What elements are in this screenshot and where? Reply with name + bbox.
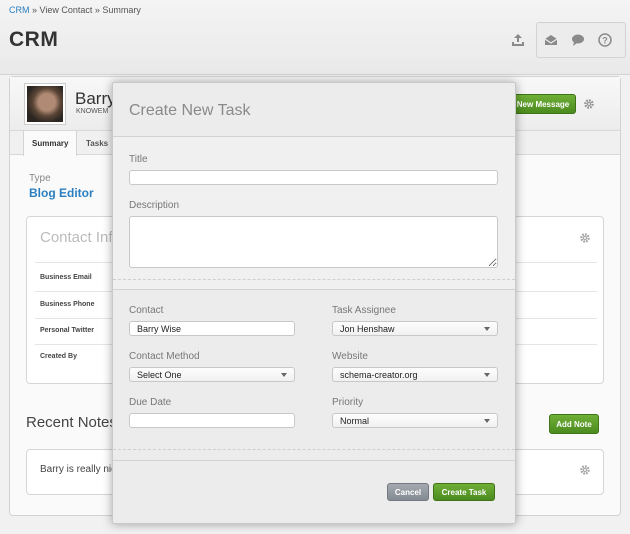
website-value: schema-creator.org	[340, 369, 418, 380]
chevron-down-icon	[484, 327, 490, 331]
breadcrumb-separator: »	[29, 5, 40, 15]
contact-method-label: Contact Method	[129, 351, 200, 362]
add-note-button[interactable]: Add Note	[549, 414, 599, 434]
divider	[113, 136, 515, 137]
create-task-button[interactable]: Create Task	[433, 483, 495, 501]
contact-method-value: Select One	[137, 369, 182, 380]
divider	[113, 460, 515, 461]
info-row-label: Created By	[40, 353, 77, 360]
breadcrumb: CRM » View Contact » Summary	[9, 5, 141, 15]
recent-notes-title: Recent Notes	[26, 414, 117, 431]
priority-select[interactable]: Normal	[332, 413, 498, 428]
info-row-label: Personal Twitter	[40, 327, 94, 334]
info-row-label: Business Phone	[40, 301, 95, 308]
contact-name: Barry	[75, 89, 116, 108]
description-textarea[interactable]	[129, 216, 498, 268]
cancel-button[interactable]: Cancel	[387, 483, 429, 501]
avatar	[24, 83, 66, 125]
tab-tasks[interactable]: Tasks	[78, 131, 116, 155]
help-icon[interactable]: ?	[597, 32, 613, 48]
chat-icon[interactable]	[570, 32, 586, 48]
info-row-label: Business Email	[40, 274, 92, 281]
upload-icon[interactable]	[510, 32, 526, 48]
gear-icon[interactable]	[583, 97, 595, 115]
contact-company: KNOWEM	[76, 108, 109, 115]
divider	[113, 279, 515, 280]
create-task-modal: Create New Task Title Description Contac…	[112, 82, 516, 524]
gear-icon[interactable]	[579, 463, 591, 481]
title-label: Title	[129, 154, 148, 165]
description-label: Description	[129, 200, 180, 211]
avatar-image	[27, 86, 63, 122]
note-text: Barry is really nic	[40, 464, 117, 475]
chevron-down-icon	[484, 373, 490, 377]
modal-title: Create New Task	[129, 102, 251, 119]
top-header: CRM » View Contact » Summary CRM ?	[0, 0, 630, 75]
website-label: Website	[332, 351, 368, 362]
priority-label: Priority	[332, 397, 364, 408]
type-value[interactable]: Blog Editor	[29, 186, 94, 200]
task-assignee-value: Jon Henshaw	[340, 323, 395, 334]
contact-method-select[interactable]: Select One	[129, 367, 295, 382]
due-date-input[interactable]	[129, 413, 295, 428]
title-input[interactable]	[129, 170, 498, 185]
contact-label: Contact	[129, 305, 164, 316]
due-date-label: Due Date	[129, 397, 172, 408]
new-message-button[interactable]: New Message	[510, 94, 576, 114]
svg-text:?: ?	[602, 36, 608, 46]
contact-input[interactable]: Barry Wise	[129, 321, 295, 336]
divider	[113, 289, 515, 290]
tab-summary[interactable]: Summary	[23, 131, 78, 156]
contact-info-title: Contact Inf	[40, 229, 113, 246]
website-select[interactable]: schema-creator.org	[332, 367, 498, 382]
gear-icon[interactable]	[579, 231, 591, 249]
task-assignee-label: Task Assignee	[332, 305, 396, 316]
page-title: CRM	[9, 28, 59, 51]
mail-icon[interactable]	[543, 32, 559, 48]
breadcrumb-crm-link[interactable]: CRM	[9, 5, 30, 15]
priority-value: Normal	[340, 415, 370, 426]
breadcrumb-summary: Summary	[102, 5, 141, 15]
chevron-down-icon	[484, 419, 490, 423]
breadcrumb-separator: »	[92, 5, 103, 15]
task-assignee-select[interactable]: Jon Henshaw	[332, 321, 498, 336]
chevron-down-icon	[281, 373, 287, 377]
breadcrumb-view-contact: View Contact	[39, 5, 93, 15]
divider	[113, 449, 515, 450]
type-label: Type	[29, 173, 51, 184]
